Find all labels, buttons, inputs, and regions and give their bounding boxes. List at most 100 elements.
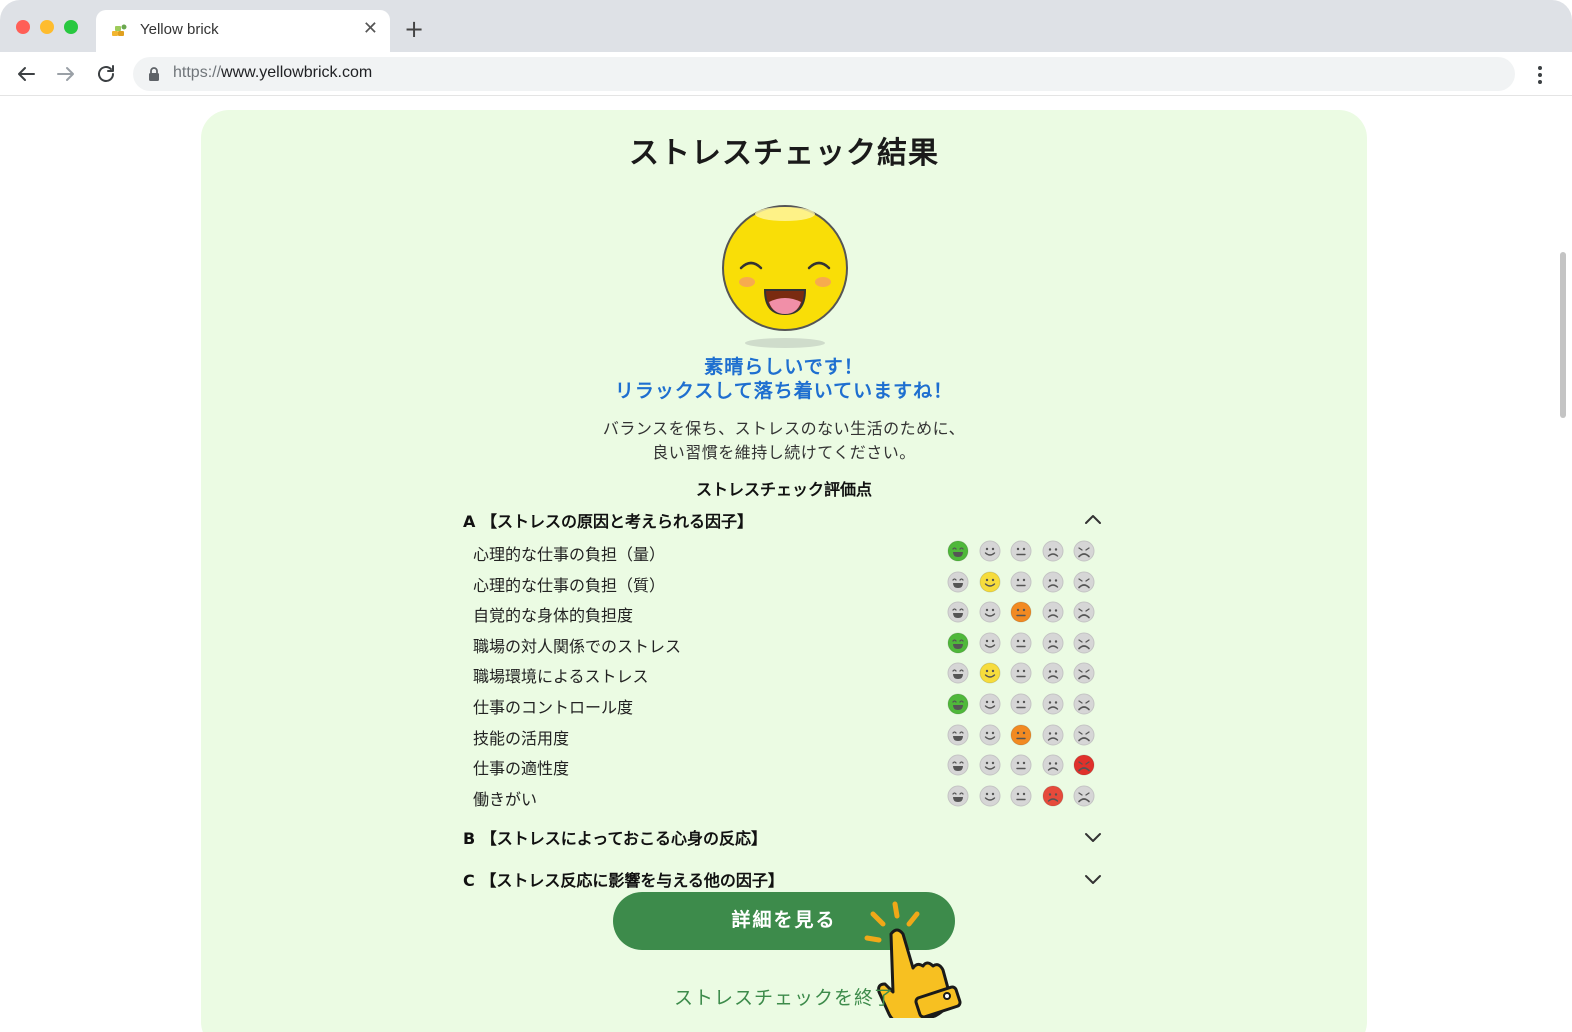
factor-row: 心理的な仕事の負担（質） xyxy=(473,569,1103,597)
factor-rating xyxy=(947,571,1107,593)
factor-rating xyxy=(947,601,1107,623)
neutral-face-icon xyxy=(1010,632,1032,654)
very-happy-face-icon xyxy=(947,724,969,746)
neutral-face-icon xyxy=(1010,754,1032,776)
factor-label: 技能の活用度 xyxy=(473,728,570,748)
sad-face-icon xyxy=(1042,632,1063,654)
neutral-face-icon xyxy=(1010,724,1032,746)
very-happy-face-icon xyxy=(947,754,969,776)
smile-face-icon xyxy=(979,754,1000,776)
back-arrow-icon[interactable] xyxy=(14,62,38,86)
very-sad-face-icon xyxy=(1073,693,1095,715)
browser-toolbar: https://www.yellowbrick.com xyxy=(0,52,1572,96)
neutral-face-icon xyxy=(1010,601,1032,623)
reload-icon[interactable] xyxy=(94,62,118,86)
browser-tab[interactable]: Yellow brick ✕ xyxy=(96,10,390,52)
neutral-face-icon xyxy=(1010,693,1032,715)
very-sad-face-icon xyxy=(1073,785,1095,807)
factor-rating xyxy=(947,785,1107,807)
url-text: https://www.yellowbrick.com xyxy=(173,64,372,82)
sad-face-icon xyxy=(1042,571,1063,593)
page-title: ストレスチェック結果 xyxy=(629,136,939,171)
lock-icon xyxy=(149,67,159,81)
very-happy-face-icon xyxy=(947,662,969,684)
smile-face-icon xyxy=(979,693,1000,715)
sad-face-icon xyxy=(1042,662,1063,684)
very-sad-face-icon xyxy=(1073,754,1095,776)
evaluation-heading: ストレスチェック評価点 xyxy=(695,480,872,499)
smile-face-icon xyxy=(979,724,1000,746)
factor-row: 働きがい xyxy=(473,783,1103,811)
sad-face-icon xyxy=(1042,540,1063,562)
smile-face-icon xyxy=(979,632,1000,654)
factor-row: 仕事のコントロール度 xyxy=(473,691,1103,719)
close-tab-icon[interactable]: ✕ xyxy=(363,18,378,39)
smile-face-icon xyxy=(979,785,1000,807)
factor-rating xyxy=(947,724,1107,746)
very-happy-face-icon xyxy=(947,785,969,807)
description-line1: バランスを保ち、ストレスのない生活のために、 xyxy=(602,419,966,438)
factor-label: 職場の対人関係でのストレス xyxy=(473,636,682,656)
neutral-face-icon xyxy=(1010,571,1032,593)
result-message-line1: 素晴らしいです！ xyxy=(704,356,864,378)
factor-label: 自覚的な身体的負担度 xyxy=(473,606,634,626)
forward-arrow-icon[interactable] xyxy=(54,62,78,86)
description-line2: 良い習慣を維持し続けてください。 xyxy=(652,443,916,462)
factor-row: 職場の対人関係でのストレス xyxy=(473,630,1103,658)
sad-face-icon xyxy=(1042,785,1063,807)
minimize-window-button[interactable] xyxy=(40,20,54,34)
sad-face-icon xyxy=(1042,754,1063,776)
result-card: ストレスチェック結果 素晴らしいです！ リラックスして落ち着いていますね！ バラ… xyxy=(201,110,1367,1032)
tab-strip: Yellow brick ✕ + xyxy=(0,0,1572,52)
happy-face-icon xyxy=(722,205,848,348)
result-message-line2: リラックスして落ち着いていますね！ xyxy=(614,380,954,402)
factor-row: 職場環境によるストレス xyxy=(473,660,1103,688)
neutral-face-icon xyxy=(1010,785,1032,807)
smile-face-icon xyxy=(979,662,1000,684)
very-sad-face-icon xyxy=(1073,632,1095,654)
address-bar[interactable]: https://www.yellowbrick.com xyxy=(133,57,1515,91)
section-b-header[interactable]: B 【ストレスによっておこる心身の反応】 xyxy=(463,825,1103,853)
close-window-button[interactable] xyxy=(16,20,30,34)
tab-title: Yellow brick xyxy=(140,21,219,38)
browser-window: Yellow brick ✕ + https://www.yellowbrick… xyxy=(0,0,1572,1032)
page-scrollbar-thumb[interactable] xyxy=(1560,252,1566,418)
maximize-window-button[interactable] xyxy=(64,20,78,34)
factor-label: 働きがい xyxy=(473,789,538,809)
neutral-face-icon xyxy=(1010,540,1032,562)
smile-face-icon xyxy=(979,571,1000,593)
factor-row: 仕事の適性度 xyxy=(473,752,1103,780)
section-a-header[interactable]: A 【ストレスの原因と考えられる因子】 xyxy=(463,508,1103,536)
end-stress-check-link[interactable]: ストレスチェックを終了 xyxy=(201,983,1367,1010)
section-c-header[interactable]: C 【ストレス反応に影響を与える他の因子】 xyxy=(463,867,1103,895)
very-happy-face-icon xyxy=(947,693,969,715)
browser-menu-icon[interactable] xyxy=(1532,64,1548,86)
very-sad-face-icon xyxy=(1073,662,1095,684)
very-sad-face-icon xyxy=(1073,540,1095,562)
factor-label: 心理的な仕事の負担（量） xyxy=(473,545,666,564)
chevron-down-icon[interactable] xyxy=(1083,869,1103,889)
very-sad-face-icon xyxy=(1073,724,1095,746)
new-tab-button[interactable]: + xyxy=(404,14,424,44)
chevron-up-icon[interactable] xyxy=(1083,510,1103,530)
chevron-down-icon[interactable] xyxy=(1083,827,1103,847)
very-sad-face-icon xyxy=(1073,601,1095,623)
very-sad-face-icon xyxy=(1073,571,1095,593)
section-c-title: C 【ストレス反応に影響を与える他の因子】 xyxy=(463,871,784,890)
factor-label: 職場環境によるストレス xyxy=(473,667,649,687)
factor-rating xyxy=(947,754,1107,776)
factor-rating xyxy=(947,632,1107,654)
very-happy-face-icon xyxy=(947,571,969,593)
factor-rating xyxy=(947,662,1107,684)
url-host: www.yellowbrick.com xyxy=(221,64,373,81)
factor-row: 自覚的な身体的負担度 xyxy=(473,599,1103,627)
sad-face-icon xyxy=(1042,601,1063,623)
factor-row: 技能の活用度 xyxy=(473,722,1103,750)
neutral-face-icon xyxy=(1010,662,1032,684)
factor-label: 仕事の適性度 xyxy=(473,759,570,779)
smile-face-icon xyxy=(979,601,1000,623)
url-scheme: https:// xyxy=(173,64,222,81)
factor-label: 仕事のコントロール度 xyxy=(473,698,634,717)
factor-rating xyxy=(947,693,1107,715)
very-happy-face-icon xyxy=(947,601,969,623)
